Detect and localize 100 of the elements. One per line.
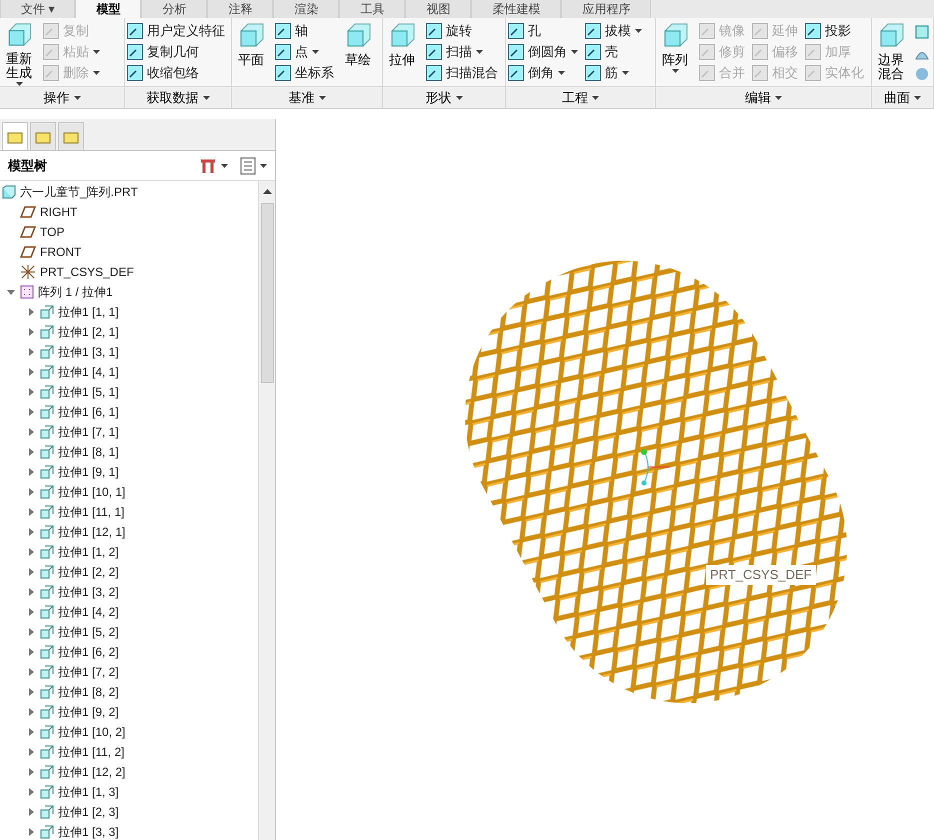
- tree-item[interactable]: 拉伸1 [6, 2]: [0, 642, 258, 662]
- tree-item[interactable]: FRONT: [0, 242, 258, 262]
- group-menu-button[interactable]: 工程: [506, 86, 655, 108]
- ribbon-tab[interactable]: 视图: [405, 0, 472, 18]
- ribbon-tab[interactable]: 注释: [207, 0, 274, 18]
- expand-toggle-icon[interactable]: [26, 467, 36, 477]
- expand-toggle-icon[interactable]: [26, 687, 36, 697]
- large-tool-button[interactable]: 拉伸: [385, 21, 419, 86]
- tree-item[interactable]: 拉伸1 [1, 2]: [0, 542, 258, 562]
- expand-toggle-icon[interactable]: [26, 367, 36, 377]
- large-tool-button[interactable]: 重新生成: [2, 21, 36, 86]
- tool-button[interactable]: 倒角: [508, 63, 578, 83]
- scrollbar[interactable]: [258, 181, 275, 840]
- tree-item[interactable]: 阵列 1 / 拉伸1: [0, 282, 258, 302]
- tree-item[interactable]: 拉伸1 [4, 1]: [0, 362, 258, 382]
- tool-button[interactable]: 壳: [585, 42, 642, 62]
- expand-toggle-icon[interactable]: [26, 327, 36, 337]
- tool-button[interactable]: 坐标系: [275, 63, 334, 83]
- expand-toggle-icon[interactable]: [26, 807, 36, 817]
- tree-item[interactable]: RIGHT: [0, 202, 258, 222]
- ribbon-tab[interactable]: 工具: [339, 0, 406, 18]
- expand-toggle-icon[interactable]: [26, 747, 36, 757]
- panel-tab[interactable]: [58, 122, 84, 150]
- settings-button[interactable]: [199, 156, 228, 174]
- tree-item[interactable]: 拉伸1 [2, 1]: [0, 322, 258, 342]
- tree-item[interactable]: 拉伸1 [7, 2]: [0, 662, 258, 682]
- tool-button[interactable]: 扫描: [426, 42, 498, 62]
- tool-button[interactable]: 用户定义特征: [127, 21, 225, 41]
- expand-toggle-icon[interactable]: [26, 787, 36, 797]
- tool-button[interactable]: 扫描混合: [426, 63, 498, 83]
- group-menu-button[interactable]: 基准: [232, 86, 382, 108]
- ribbon-tab[interactable]: 应用程序: [561, 0, 652, 18]
- expand-toggle-icon[interactable]: [26, 647, 36, 657]
- expand-toggle-icon[interactable]: [26, 547, 36, 557]
- large-tool-button[interactable]: 平面: [234, 21, 268, 86]
- expand-toggle-icon[interactable]: [26, 827, 36, 837]
- tree-item[interactable]: 六一儿童节_阵列.PRT: [0, 182, 258, 202]
- expand-toggle-icon[interactable]: [26, 347, 36, 357]
- expand-toggle-icon[interactable]: [26, 627, 36, 637]
- ribbon-tab[interactable]: 柔性建模: [471, 0, 562, 18]
- tree-item[interactable]: 拉伸1 [9, 1]: [0, 462, 258, 482]
- scroll-thumb[interactable]: [260, 203, 274, 383]
- tree-item[interactable]: 拉伸1 [11, 1]: [0, 502, 258, 522]
- tree-item[interactable]: 拉伸1 [8, 2]: [0, 682, 258, 702]
- show-menu-button[interactable]: [240, 156, 267, 174]
- expand-toggle-icon[interactable]: [26, 307, 36, 317]
- panel-tab[interactable]: [30, 122, 56, 150]
- tree-item[interactable]: 拉伸1 [7, 1]: [0, 422, 258, 442]
- group-menu-button[interactable]: 获取数据: [125, 86, 231, 108]
- tree-item[interactable]: 拉伸1 [3, 3]: [0, 822, 258, 840]
- ribbon-tab[interactable]: 渲染: [273, 0, 340, 18]
- expand-toggle-icon[interactable]: [26, 607, 36, 617]
- group-menu-button[interactable]: 编辑: [656, 86, 871, 108]
- large-tool-button[interactable]: 草绘: [341, 21, 375, 86]
- expand-toggle-icon[interactable]: [26, 407, 36, 417]
- expand-toggle-icon[interactable]: [26, 447, 36, 457]
- tree-item[interactable]: 拉伸1 [10, 1]: [0, 482, 258, 502]
- tree-item[interactable]: 拉伸1 [11, 2]: [0, 742, 258, 762]
- tool-button[interactable]: 复制几何: [127, 42, 225, 62]
- tool-button[interactable]: 拔模: [585, 21, 642, 41]
- tool-button[interactable]: 倒圆角: [508, 42, 578, 62]
- tool-button[interactable]: 投影: [805, 21, 864, 41]
- expand-toggle-icon[interactable]: [26, 427, 36, 437]
- tree-item[interactable]: 拉伸1 [1, 3]: [0, 782, 258, 802]
- tree-item[interactable]: TOP: [0, 222, 258, 242]
- expand-toggle-icon[interactable]: [26, 527, 36, 537]
- panel-tab[interactable]: [2, 122, 28, 150]
- tool-button[interactable]: 轴: [275, 21, 334, 41]
- tree-item[interactable]: 拉伸1 [10, 2]: [0, 722, 258, 742]
- expand-toggle-icon[interactable]: [6, 287, 16, 297]
- tree-item[interactable]: 拉伸1 [1, 1]: [0, 302, 258, 322]
- tool-button[interactable]: 旋转: [426, 21, 498, 41]
- expand-toggle-icon[interactable]: [26, 567, 36, 577]
- tool-button[interactable]: 收缩包络: [127, 63, 225, 83]
- ribbon-tab[interactable]: 分析: [141, 0, 208, 18]
- tree-item[interactable]: 拉伸1 [5, 1]: [0, 382, 258, 402]
- large-tool-button[interactable]: 阵列: [658, 21, 692, 86]
- tree-item[interactable]: 拉伸1 [12, 2]: [0, 762, 258, 782]
- expand-toggle-icon[interactable]: [26, 587, 36, 597]
- tree-item[interactable]: 拉伸1 [3, 2]: [0, 582, 258, 602]
- ribbon-tab[interactable]: 文件 ▾: [0, 0, 76, 18]
- expand-toggle-icon[interactable]: [26, 667, 36, 677]
- group-menu-button[interactable]: 形状: [383, 86, 505, 108]
- tool-button[interactable]: 孔: [508, 21, 578, 41]
- tree-item[interactable]: 拉伸1 [5, 2]: [0, 622, 258, 642]
- tree-item[interactable]: 拉伸1 [4, 2]: [0, 602, 258, 622]
- group-menu-button[interactable]: 操作: [0, 86, 124, 108]
- ribbon-tab[interactable]: 模型: [75, 0, 142, 18]
- group-menu-button[interactable]: 曲面: [872, 86, 933, 108]
- tree-item[interactable]: 拉伸1 [9, 2]: [0, 702, 258, 722]
- expand-toggle-icon[interactable]: [26, 707, 36, 717]
- large-tool-button[interactable]: 边界混合: [874, 21, 908, 86]
- expand-toggle-icon[interactable]: [26, 487, 36, 497]
- tree-item[interactable]: 拉伸1 [2, 2]: [0, 562, 258, 582]
- expand-toggle-icon[interactable]: [26, 727, 36, 737]
- tree-item[interactable]: 拉伸1 [8, 1]: [0, 442, 258, 462]
- expand-toggle-icon[interactable]: [26, 387, 36, 397]
- expand-toggle-icon[interactable]: [26, 507, 36, 517]
- tree-item[interactable]: 拉伸1 [12, 1]: [0, 522, 258, 542]
- tree-item[interactable]: 拉伸1 [6, 1]: [0, 402, 258, 422]
